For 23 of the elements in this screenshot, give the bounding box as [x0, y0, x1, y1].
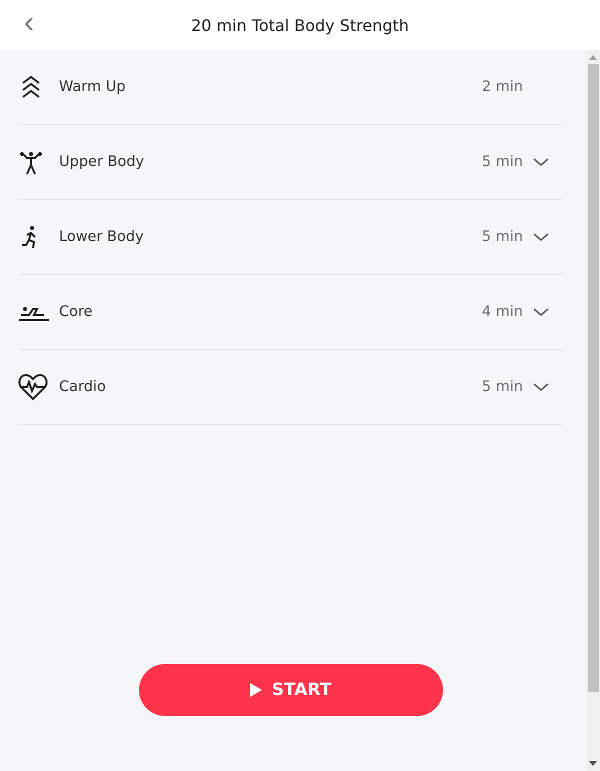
- dumbbell-figure-icon: [18, 149, 44, 175]
- section-duration: 4 min: [482, 304, 523, 320]
- heart-pulse-icon: [18, 373, 48, 401]
- section-duration: 5 min: [482, 229, 523, 245]
- section-name: Lower Body: [59, 229, 145, 245]
- scroll-down-arrow-icon[interactable]: [589, 761, 597, 767]
- section-name: Upper Body: [59, 154, 146, 170]
- page-title: 20 min Total Body Strength: [191, 16, 409, 34]
- chevron-down-icon[interactable]: [533, 157, 549, 167]
- chevron-down-icon[interactable]: [533, 382, 549, 392]
- start-button[interactable]: START: [138, 664, 442, 716]
- section-duration: 5 min: [482, 154, 523, 170]
- back-button[interactable]: ‹: [18, 8, 40, 38]
- section-duration: 2 min: [482, 79, 523, 95]
- section-name: Cardio: [59, 379, 107, 395]
- scrollbar[interactable]: [586, 50, 600, 771]
- chevron-down-icon[interactable]: [533, 307, 549, 317]
- chevron-down-icon[interactable]: [533, 232, 549, 242]
- play-icon: [250, 683, 262, 697]
- section-duration: 5 min: [482, 379, 523, 395]
- scrollbar-thumb[interactable]: [588, 64, 598, 692]
- section-name: Warm Up: [59, 79, 127, 95]
- section-name: Core: [59, 304, 94, 320]
